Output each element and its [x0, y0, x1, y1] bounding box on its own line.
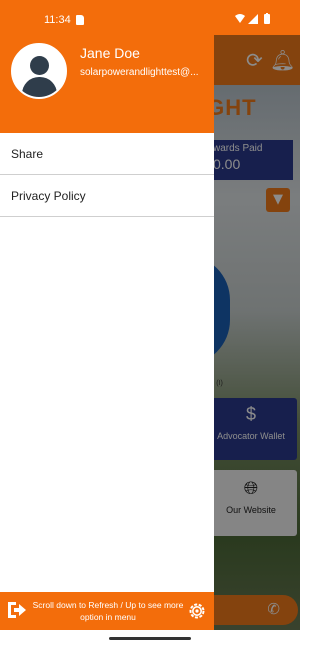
sd-card-icon [76, 15, 84, 25]
home-gesture-handle[interactable] [109, 637, 191, 640]
navigation-drawer: Jane Doe solarpowerandlighttest@... Shar… [0, 0, 214, 650]
exit-icon[interactable] [7, 601, 27, 623]
gear-icon[interactable] [187, 601, 207, 625]
menu-item-privacy-policy[interactable]: Privacy Policy [0, 175, 214, 217]
menu-item-share[interactable]: Share [0, 133, 214, 175]
status-bar: 11:34 [0, 0, 300, 35]
status-time: 11:34 [44, 14, 71, 26]
status-icons [234, 13, 278, 28]
drawer-footer: Scroll down to Refresh / Up to see more … [0, 592, 214, 630]
user-name: Jane Doe [80, 45, 140, 61]
wifi-signal-battery-icon [235, 13, 270, 24]
user-email: solarpowerandlighttest@... [80, 67, 199, 78]
avatar-head [30, 56, 49, 75]
menu-item-label: Privacy Policy [11, 189, 86, 203]
refresh-hint: Scroll down to Refresh / Up to see more … [32, 600, 184, 622]
avatar-body [22, 77, 57, 97]
menu-item-label: Share [11, 147, 44, 161]
avatar[interactable] [11, 43, 67, 99]
